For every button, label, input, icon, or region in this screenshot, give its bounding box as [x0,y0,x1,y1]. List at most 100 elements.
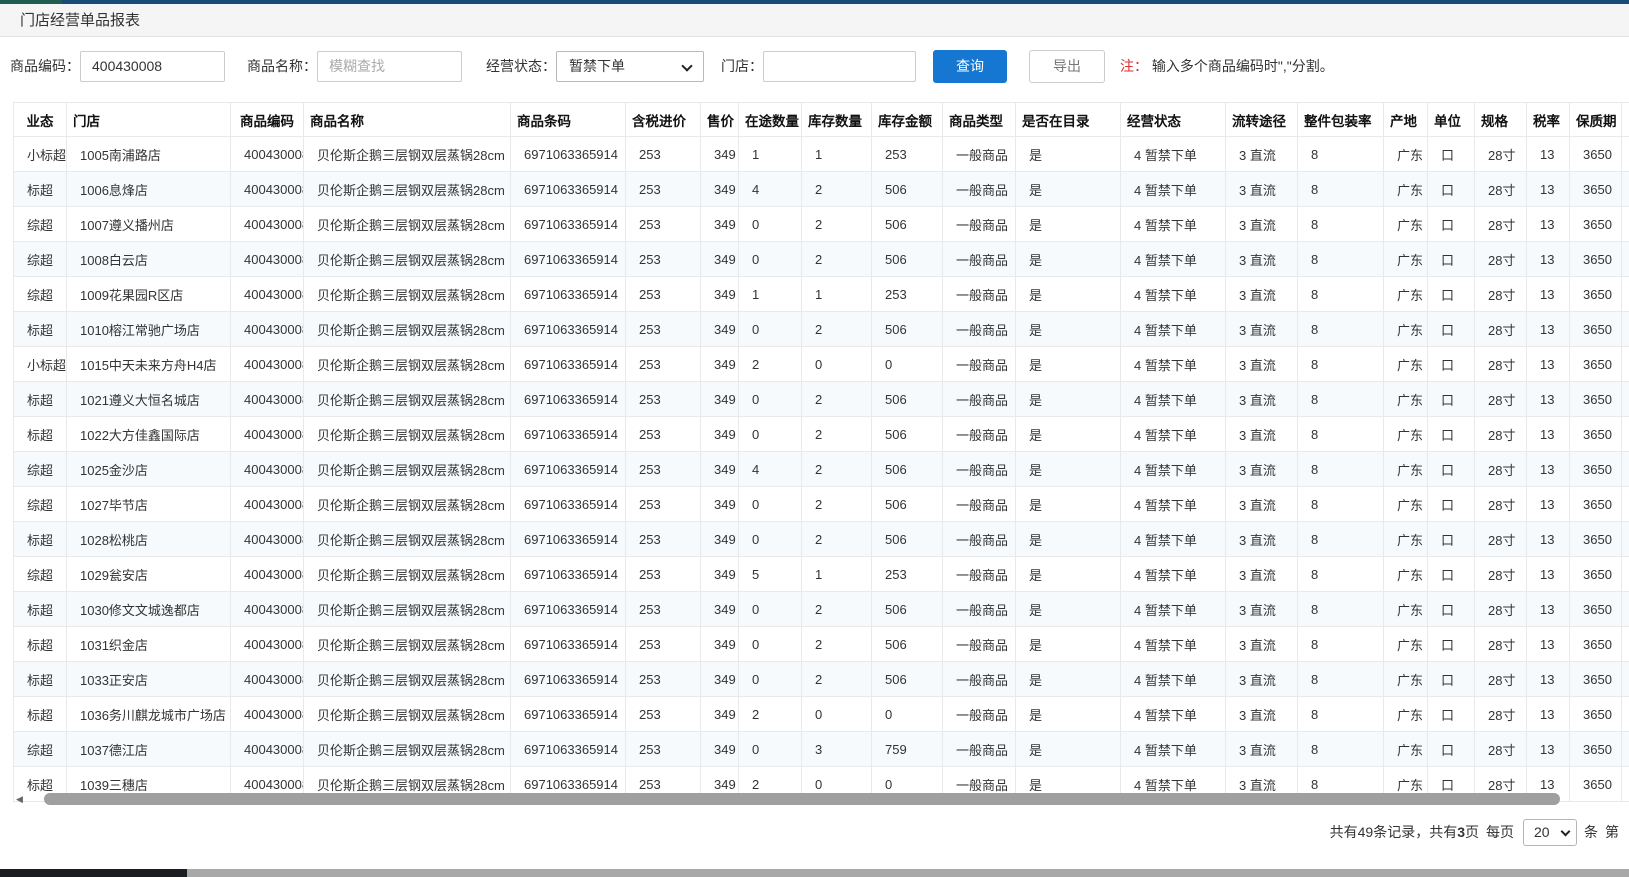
cell-tax-price: 253 [626,452,701,487]
table-scrollbar-thumb[interactable] [44,793,1560,805]
cell-shelf-life: 3650 [1570,417,1622,452]
cell-package-rate: 8 [1298,207,1384,242]
cell-product-type: 一般商品 [943,242,1016,277]
cell-business-type: 综超 [14,277,67,312]
column-header-product-code: 商品编码 [231,103,304,137]
page-scrollbar-thumb[interactable] [0,869,187,877]
cell-origin: 广东 [1384,417,1428,452]
cell-product-name: 贝伦斯企鹅三层钢双层蒸锅28cm [304,522,511,557]
cell-business-type: 标超 [14,627,67,662]
cell-in-transit-qty: 0 [739,732,802,767]
record-summary-suffix: 页 [1465,824,1479,840]
cell-barcode: 6971063365914 [511,522,626,557]
cell-circulation-path: 3 直流 [1226,662,1298,697]
cell-operation-status: 4 暂禁下单 [1121,662,1226,697]
cell-spec: 28寸 [1475,592,1527,627]
cell-spec: 28寸 [1475,137,1527,172]
column-header-barcode: 商品条码 [511,103,626,137]
operation-status-select[interactable]: 暂禁下单 [556,51,704,82]
cell-tax-rate: 13 [1527,662,1570,697]
table-row: 标超1033正安店400430008贝伦斯企鹅三层钢双层蒸锅28cm697106… [14,662,1629,697]
cell-sale-price: 349 [701,277,739,312]
cell-clipped [1622,452,1629,487]
column-header-tax-rate: 税率 [1527,103,1570,137]
table-row: 标超1028松桃店400430008贝伦斯企鹅三层钢双层蒸锅28cm697106… [14,522,1629,557]
store-group: 门店： [721,51,916,82]
cell-product-type: 一般商品 [943,662,1016,697]
cell-unit: 口 [1428,697,1475,732]
cell-product-type: 一般商品 [943,732,1016,767]
column-header-product-type: 商品类型 [943,103,1016,137]
cell-product-type: 一般商品 [943,277,1016,312]
cell-circulation-path: 3 直流 [1226,312,1298,347]
cell-in-catalog: 是 [1016,277,1121,312]
cell-product-type: 一般商品 [943,697,1016,732]
cell-unit: 口 [1428,487,1475,522]
cell-spec: 28寸 [1475,487,1527,522]
cell-stock-qty: 2 [802,417,872,452]
cell-package-rate: 8 [1298,417,1384,452]
cell-clipped [1622,732,1629,767]
product-name-input[interactable] [317,51,462,82]
cell-stock-amount: 253 [872,277,943,312]
cell-stock-qty: 3 [802,732,872,767]
cell-stock-qty: 2 [802,172,872,207]
cell-origin: 广东 [1384,312,1428,347]
chevron-down-icon [1561,826,1571,836]
cell-spec: 28寸 [1475,732,1527,767]
cell-stock-qty: 2 [802,592,872,627]
cell-product-name: 贝伦斯企鹅三层钢双层蒸锅28cm [304,277,511,312]
store-input[interactable] [763,51,916,82]
cell-in-transit-qty: 0 [739,627,802,662]
cell-product-name: 贝伦斯企鹅三层钢双层蒸锅28cm [304,487,511,522]
scroll-left-arrow-icon[interactable]: ◀ [16,794,23,805]
table-header-row: 业态门店商品编码商品名称商品条码含税进价售价在途数量库存数量库存金额商品类型是否… [14,103,1629,137]
cell-tax-rate: 13 [1527,172,1570,207]
cell-sale-price: 349 [701,662,739,697]
column-header-in-transit-qty: 在途数量 [739,103,802,137]
cell-in-catalog: 是 [1016,452,1121,487]
cell-product-name: 贝伦斯企鹅三层钢双层蒸锅28cm [304,312,511,347]
cell-unit: 口 [1428,242,1475,277]
export-button[interactable]: 导出 [1029,50,1105,83]
cell-in-transit-qty: 4 [739,452,802,487]
cell-tax-price: 253 [626,627,701,662]
cell-product-type: 一般商品 [943,312,1016,347]
cell-operation-status: 4 暂禁下单 [1121,697,1226,732]
cell-tax-rate: 13 [1527,312,1570,347]
cell-tax-price: 253 [626,382,701,417]
input-hint-note: 注： 输入多个商品编码时","分割。 [1120,56,1334,76]
column-header-unit: 单位 [1428,103,1475,137]
cell-sale-price: 349 [701,522,739,557]
cell-spec: 28寸 [1475,277,1527,312]
cell-product-code: 400430008 [231,417,304,452]
query-button[interactable]: 查询 [933,50,1007,83]
per-page-label: 每页 [1486,822,1514,842]
cell-origin: 广东 [1384,452,1428,487]
cell-barcode: 6971063365914 [511,592,626,627]
page-horizontal-scrollbar[interactable] [0,869,1629,877]
cell-stock-qty: 2 [802,312,872,347]
cell-sale-price: 349 [701,452,739,487]
cell-barcode: 6971063365914 [511,347,626,382]
cell-product-name: 贝伦斯企鹅三层钢双层蒸锅28cm [304,627,511,662]
cell-store: 1037德江店 [67,732,231,767]
cell-business-type: 标超 [14,592,67,627]
cell-package-rate: 8 [1298,522,1384,557]
table-row: 标超1022大方佳鑫国际店400430008贝伦斯企鹅三层钢双层蒸锅28cm69… [14,417,1629,452]
table-row: 标超1010榕江常驰广场店400430008贝伦斯企鹅三层钢双层蒸锅28cm69… [14,312,1629,347]
cell-product-code: 400430008 [231,452,304,487]
per-page-select[interactable]: 20 [1523,819,1577,846]
cell-circulation-path: 3 直流 [1226,487,1298,522]
table-row: 综超1025金沙店400430008贝伦斯企鹅三层钢双层蒸锅28cm697106… [14,452,1629,487]
table-horizontal-scrollbar[interactable]: ◀ [0,793,1629,806]
cell-shelf-life: 3650 [1570,172,1622,207]
cell-barcode: 6971063365914 [511,137,626,172]
product-code-input[interactable] [80,51,225,82]
table-row: 综超1009花果园R区店400430008贝伦斯企鹅三层钢双层蒸锅28cm697… [14,277,1629,312]
cell-product-code: 400430008 [231,592,304,627]
cell-stock-amount: 253 [872,557,943,592]
cell-barcode: 6971063365914 [511,242,626,277]
cell-barcode: 6971063365914 [511,277,626,312]
cell-business-type: 标超 [14,697,67,732]
